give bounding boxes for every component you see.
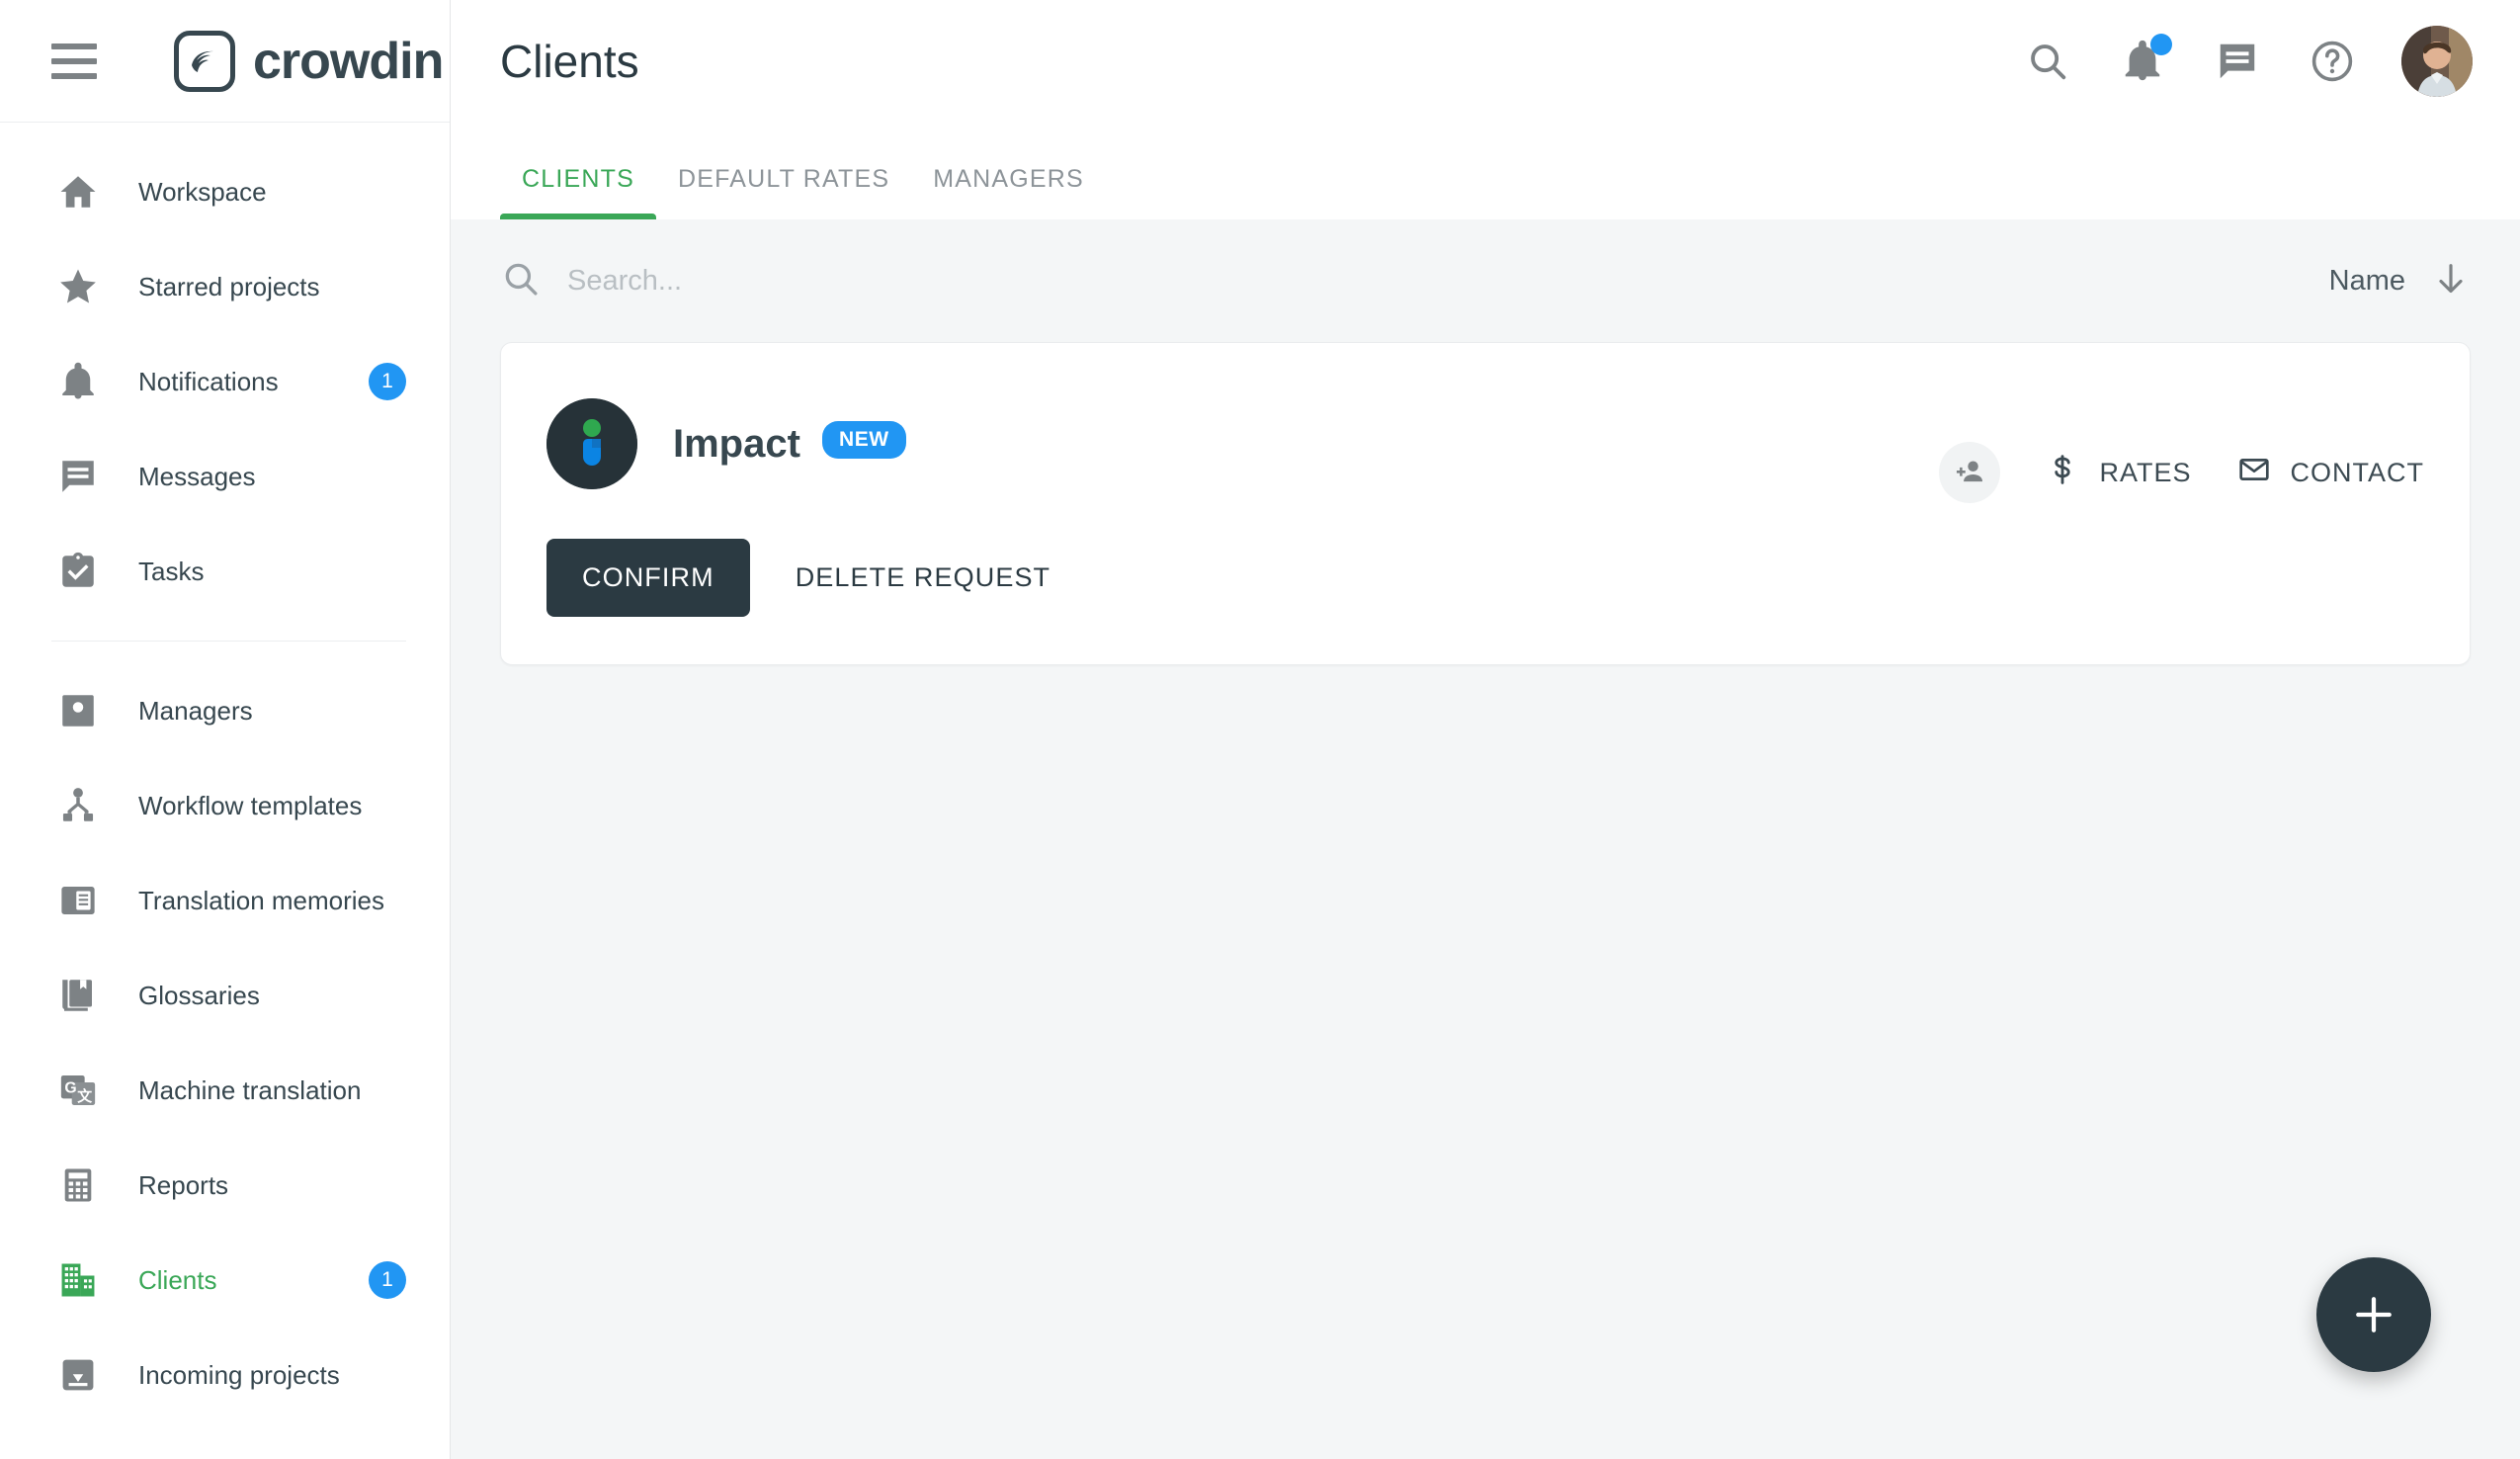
person-card-icon [51, 690, 105, 731]
task-clipboard-icon [51, 551, 105, 592]
clients-building-icon [51, 1259, 105, 1301]
content-area: Name Impact [451, 219, 2520, 1459]
help-icon[interactable] [2307, 36, 2358, 87]
sidebar-item-label: Workspace [138, 176, 267, 207]
impact-logo-icon [546, 398, 637, 489]
glossary-book-icon [51, 975, 105, 1016]
client-card-buttons: CONFIRM DELETE REQUEST [546, 539, 2424, 617]
home-icon [51, 171, 105, 213]
sidebar-item-workflow-templates[interactable]: Workflow templates [0, 758, 450, 853]
sidebar: crowdin Workspace Starred projects Notif… [0, 0, 451, 1459]
tab-default-rates[interactable]: DEFAULT RATES [656, 165, 911, 219]
client-card-actions: RATES CONTACT [1939, 442, 2424, 503]
sidebar-item-label: Reports [138, 1169, 229, 1200]
sidebar-item-translation-memories[interactable]: Translation memories [0, 853, 450, 948]
svg-text:G: G [64, 1079, 76, 1096]
notification-dot [2150, 34, 2172, 55]
sidebar-item-label: Clients [138, 1264, 217, 1295]
translation-memory-icon [51, 880, 105, 921]
dollar-icon [2046, 453, 2079, 493]
sidebar-item-tasks[interactable]: Tasks [0, 524, 450, 619]
sidebar-item-clients[interactable]: Clients 1 [0, 1233, 450, 1328]
clients-badge: 1 [369, 1261, 406, 1299]
sidebar-item-messages[interactable]: Messages [0, 429, 450, 524]
search-toolbar: Name [500, 219, 2471, 342]
sidebar-item-notifications[interactable]: Notifications 1 [0, 334, 450, 429]
tab-managers[interactable]: MANAGERS [911, 165, 1106, 219]
arrow-down-icon[interactable] [2431, 259, 2471, 303]
brand-name: crowdin [253, 32, 444, 90]
star-icon [51, 266, 105, 307]
search-input[interactable] [567, 264, 2329, 298]
client-card-header: Impact NEW RATES CONTACT [546, 385, 2424, 503]
avatar[interactable] [2401, 26, 2473, 97]
sidebar-item-label: Tasks [138, 556, 205, 586]
sidebar-nav: Workspace Starred projects Notifications… [0, 123, 450, 1459]
tab-clients[interactable]: CLIENTS [500, 165, 656, 219]
sidebar-item-label: Glossaries [138, 980, 260, 1010]
workflow-icon [51, 785, 105, 826]
message-icon [51, 456, 105, 497]
page-title: Clients [500, 36, 639, 87]
sidebar-item-label: Machine translation [138, 1074, 362, 1105]
status-badge: NEW [821, 421, 906, 459]
machine-translation-icon: G 文 [51, 1070, 105, 1111]
reports-calculator-icon [51, 1164, 105, 1206]
rates-label: RATES [2099, 457, 2192, 487]
sidebar-item-managers[interactable]: Managers [0, 663, 450, 758]
sidebar-item-incoming-projects[interactable]: Incoming projects [0, 1328, 450, 1422]
bell-icon [51, 361, 105, 402]
crowdin-logo[interactable]: crowdin [174, 30, 444, 92]
sidebar-item-label: Translation memories [138, 885, 385, 915]
rates-button[interactable]: RATES [2046, 453, 2191, 493]
client-card: Impact NEW RATES CONTACT CONFIRM DELETE … [500, 342, 2471, 665]
sidebar-item-label: Managers [138, 695, 253, 726]
tab-bar: CLIENTS DEFAULT RATES MANAGERS [451, 123, 2520, 219]
confirm-button[interactable]: CONFIRM [546, 539, 750, 617]
sidebar-item-glossaries[interactable]: Glossaries [0, 948, 450, 1043]
client-name: Impact [673, 421, 800, 466]
search-field-wrap [500, 258, 2329, 304]
sidebar-item-workspace[interactable]: Workspace [0, 144, 450, 239]
sidebar-item-label: Incoming projects [138, 1359, 340, 1390]
sidebar-item-label: Notifications [138, 366, 279, 396]
sidebar-item-reports[interactable]: Reports [0, 1138, 450, 1233]
sidebar-item-label: Starred projects [138, 271, 320, 301]
search-icon[interactable] [2022, 36, 2073, 87]
sort-label: Name [2328, 264, 2405, 297]
add-person-button[interactable] [1939, 442, 2001, 503]
contact-button[interactable]: CONTACT [2237, 453, 2425, 493]
sort-control[interactable]: Name [2329, 259, 2471, 303]
sidebar-divider [51, 641, 406, 642]
sidebar-item-machine-translation[interactable]: G 文 Machine translation [0, 1043, 450, 1138]
top-bar: Clients [451, 0, 2520, 123]
top-bar-actions [2022, 26, 2473, 97]
sidebar-item-label: Messages [138, 461, 256, 491]
sidebar-item-label: Workflow templates [138, 790, 363, 820]
envelope-icon [2237, 453, 2271, 493]
add-client-fab[interactable] [2316, 1257, 2431, 1372]
main-area: Clients CLIENTS DEFAULT RATES MANAGERS S… [451, 0, 2520, 1459]
crowdin-mark-icon [174, 30, 235, 92]
sidebar-brand-bar: crowdin [0, 0, 450, 123]
app-root: crowdin Workspace Starred projects Notif… [0, 0, 2520, 1459]
bell-icon[interactable] [2117, 34, 2172, 87]
delete-request-button[interactable]: DELETE REQUEST [760, 539, 1086, 617]
notifications-badge: 1 [369, 363, 406, 400]
svg-text:文: 文 [77, 1087, 92, 1105]
hamburger-menu-icon[interactable] [51, 43, 97, 79]
sidebar-item-starred-projects[interactable]: Starred projects [0, 239, 450, 334]
incoming-projects-icon [51, 1354, 105, 1396]
search-icon [500, 258, 542, 304]
message-icon[interactable] [2212, 36, 2263, 87]
contact-label: CONTACT [2290, 457, 2424, 487]
